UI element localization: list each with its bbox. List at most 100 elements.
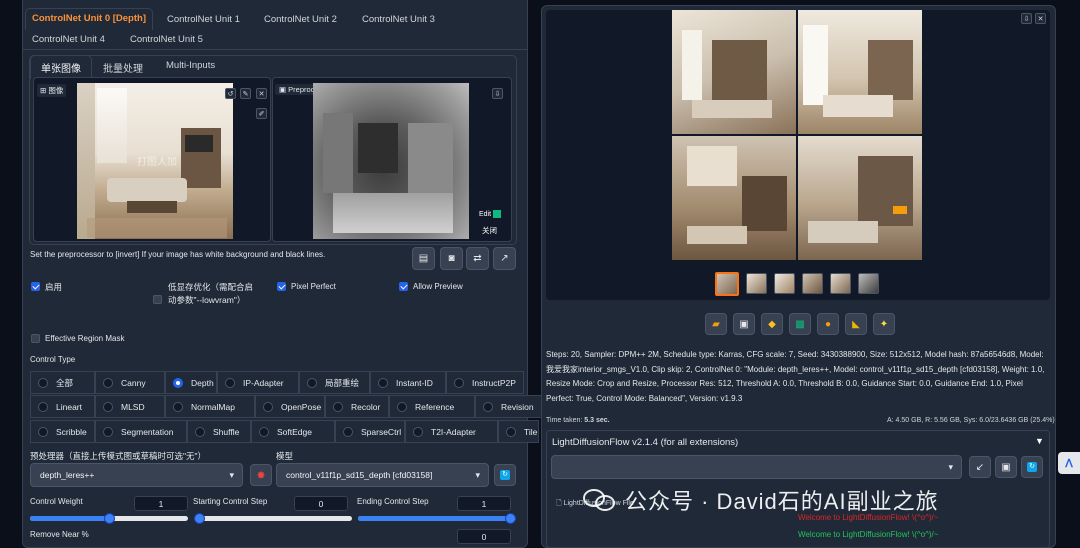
control-type-option[interactable]: OpenPose bbox=[255, 395, 325, 418]
grid-image-4[interactable] bbox=[798, 136, 922, 260]
thumbnail-3[interactable] bbox=[802, 273, 823, 294]
lightflow-refresh-button[interactable]: ↻ bbox=[1021, 456, 1043, 478]
low-vram-checkbox[interactable] bbox=[153, 295, 162, 304]
grid-image-1[interactable] bbox=[672, 10, 796, 134]
send-dimensions-button[interactable]: ↗ bbox=[493, 247, 516, 270]
thumbnail-1[interactable] bbox=[746, 273, 767, 294]
radio-button[interactable] bbox=[343, 426, 353, 437]
enable-checkbox[interactable] bbox=[31, 282, 40, 291]
control-type-option[interactable]: T2I-Adapter bbox=[405, 420, 498, 443]
control-type-option[interactable]: Canny bbox=[95, 371, 165, 394]
control-type-option[interactable]: SparseCtrl bbox=[335, 420, 405, 443]
control-type-option[interactable]: Lineart bbox=[30, 395, 95, 418]
control-type-option[interactable]: SoftEdge bbox=[251, 420, 335, 443]
radio-button[interactable] bbox=[173, 377, 183, 388]
radio-button[interactable] bbox=[103, 377, 113, 388]
control-type-option[interactable]: 全部 bbox=[30, 371, 95, 394]
send-to-extras-button[interactable]: ◣ bbox=[845, 313, 867, 335]
radio-button[interactable] bbox=[225, 377, 235, 388]
grid-image-3[interactable] bbox=[672, 136, 796, 260]
control-type-option[interactable]: Instant-ID bbox=[370, 371, 446, 394]
radio-button[interactable] bbox=[195, 426, 205, 437]
undo-icon[interactable]: ↺ bbox=[225, 88, 236, 99]
lightflow-title[interactable]: LightDiffusionFlow v2.1.4 (for all exten… bbox=[552, 437, 738, 448]
ending-step-input[interactable]: 1 bbox=[457, 496, 511, 511]
control-type-option[interactable]: Scribble bbox=[30, 420, 95, 443]
radio-button[interactable] bbox=[378, 377, 388, 388]
control-type-option[interactable]: Reference bbox=[389, 395, 475, 418]
pen-icon[interactable]: ✐ bbox=[256, 108, 267, 119]
lightflow-save-button[interactable]: ▣ bbox=[995, 456, 1017, 478]
send-to-inpaint-button[interactable]: ● bbox=[817, 313, 839, 335]
radio-button[interactable] bbox=[506, 426, 516, 437]
model-select[interactable]: control_v11f1p_sd15_depth [cfd03158] bbox=[276, 463, 489, 487]
radio-button[interactable] bbox=[103, 426, 113, 437]
control-type-option[interactable]: Segmentation bbox=[95, 420, 187, 443]
radio-button[interactable] bbox=[263, 401, 273, 412]
starting-step-input[interactable]: 0 bbox=[294, 496, 348, 511]
control-type-option[interactable]: Recolor bbox=[325, 395, 389, 418]
control-type-option[interactable]: 局部重绘 bbox=[299, 371, 370, 394]
brush-icon[interactable]: ✎ bbox=[240, 88, 251, 99]
close-preview-button[interactable]: 关闭 bbox=[480, 224, 499, 237]
tab-controlnet-unit-2[interactable]: ControlNet Unit 2 bbox=[264, 14, 337, 25]
download-icon[interactable]: ⇩ bbox=[492, 88, 503, 99]
slider-handle[interactable] bbox=[505, 513, 516, 524]
radio-button[interactable] bbox=[333, 401, 343, 412]
allow-preview-checkbox[interactable] bbox=[399, 282, 408, 291]
thumbnail-2[interactable] bbox=[774, 273, 795, 294]
control-weight-slider[interactable] bbox=[30, 513, 188, 524]
radio-button[interactable] bbox=[483, 401, 493, 412]
remove-near-input[interactable]: 0 bbox=[457, 529, 511, 544]
radio-button[interactable] bbox=[454, 377, 464, 388]
radio-button[interactable] bbox=[259, 426, 269, 437]
edit-button[interactable]: Edit bbox=[477, 209, 504, 219]
tab-multi-inputs[interactable]: Multi-Inputs bbox=[166, 60, 215, 71]
lightflow-apply-button[interactable]: ↙ bbox=[969, 456, 991, 478]
new-canvas-button[interactable]: ▤ bbox=[412, 247, 435, 270]
control-type-option[interactable]: NormalMap bbox=[165, 395, 255, 418]
radio-button[interactable] bbox=[103, 401, 113, 412]
close-gallery-icon[interactable]: ✕ bbox=[1035, 13, 1046, 24]
radio-button[interactable] bbox=[38, 426, 48, 437]
control-type-option[interactable]: InstructP2P bbox=[446, 371, 524, 394]
close-icon[interactable]: ✕ bbox=[256, 88, 267, 99]
slider-handle[interactable] bbox=[103, 513, 115, 524]
save-button[interactable]: ▣ bbox=[733, 313, 755, 335]
tab-controlnet-unit-4[interactable]: ControlNet Unit 4 bbox=[32, 34, 105, 45]
open-folder-button[interactable]: ▰ bbox=[705, 313, 727, 335]
control-weight-input[interactable]: 1 bbox=[134, 496, 188, 511]
radio-button[interactable] bbox=[38, 377, 48, 388]
control-type-option[interactable]: MLSD bbox=[95, 395, 165, 418]
radio-button[interactable] bbox=[413, 426, 423, 437]
pixel-perfect-checkbox[interactable] bbox=[277, 282, 286, 291]
tab-controlnet-unit-5[interactable]: ControlNet Unit 5 bbox=[130, 34, 203, 45]
slider-handle[interactable] bbox=[194, 513, 205, 524]
starting-step-slider[interactable] bbox=[194, 513, 352, 524]
preprocessor-select[interactable]: depth_leres++ bbox=[30, 463, 243, 487]
effective-region-mask-checkbox[interactable] bbox=[31, 334, 40, 343]
thumbnail-grid[interactable] bbox=[715, 272, 739, 296]
control-type-option[interactable]: Shuffle bbox=[187, 420, 251, 443]
tab-batch[interactable]: 批量处理 bbox=[103, 60, 143, 75]
grid-image-2[interactable] bbox=[798, 10, 922, 134]
floating-logo-icon[interactable]: ᐱ bbox=[1058, 452, 1080, 474]
radio-button[interactable] bbox=[397, 401, 407, 412]
radio-button[interactable] bbox=[307, 377, 317, 388]
control-type-option[interactable]: IP-Adapter bbox=[217, 371, 299, 394]
thumbnail-4[interactable] bbox=[830, 273, 851, 294]
sparkle-button[interactable]: ✦ bbox=[873, 313, 895, 335]
radio-button[interactable] bbox=[173, 401, 183, 412]
zip-button[interactable]: ◆ bbox=[761, 313, 783, 335]
thumbnail-5[interactable] bbox=[858, 273, 879, 294]
collapse-icon[interactable]: ▼ bbox=[1035, 436, 1044, 446]
ending-step-slider[interactable] bbox=[358, 513, 516, 524]
download-output-icon[interactable]: ⇩ bbox=[1021, 13, 1032, 24]
tab-controlnet-unit-3[interactable]: ControlNet Unit 3 bbox=[362, 14, 435, 25]
tab-controlnet-unit-0[interactable]: ControlNet Unit 0 [Depth] bbox=[25, 8, 153, 30]
refresh-models-button[interactable]: ↻ bbox=[494, 464, 516, 486]
control-type-option[interactable]: Depth bbox=[165, 371, 217, 394]
tab-controlnet-unit-1[interactable]: ControlNet Unit 1 bbox=[167, 14, 240, 25]
camera-button[interactable]: ◙ bbox=[440, 247, 463, 270]
run-preprocessor-button[interactable]: ✸ bbox=[250, 464, 272, 486]
